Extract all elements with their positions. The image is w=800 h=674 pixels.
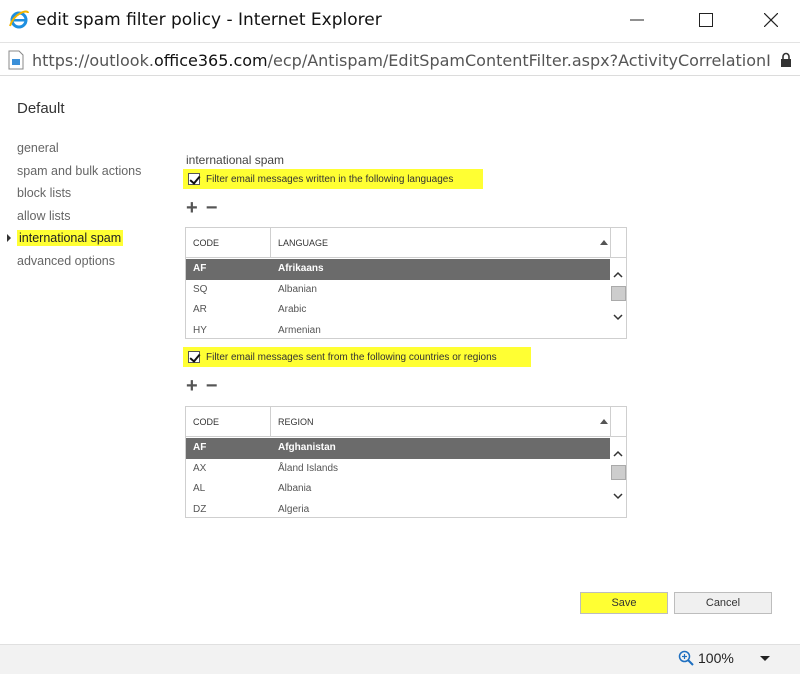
internet-explorer-icon <box>9 10 29 29</box>
add-region-icon[interactable]: + <box>186 375 198 397</box>
regions-add-remove: + − <box>186 375 225 398</box>
maximize-icon <box>699 13 713 27</box>
table-row[interactable]: AF Afrikaans <box>186 259 610 280</box>
languages-add-remove: + − <box>186 197 225 220</box>
remove-region-icon[interactable]: − <box>206 375 218 397</box>
minimize-icon <box>630 19 644 21</box>
add-language-icon[interactable]: + <box>186 197 198 219</box>
minimize-button[interactable] <box>614 0 660 40</box>
filter-languages-label: Filter email messages written in the fol… <box>206 173 454 185</box>
page-icon <box>8 50 24 70</box>
nav-item-international-spam[interactable]: international spam <box>7 230 141 253</box>
regions-table-header: CODE REGION <box>186 407 626 437</box>
zoom-control[interactable]: 100% <box>678 650 734 666</box>
remove-language-icon[interactable]: − <box>206 197 218 219</box>
window-title: edit spam filter policy - Internet Explo… <box>36 10 382 30</box>
url-text[interactable]: https://outlook.office365.com/ecp/Antisp… <box>32 51 772 70</box>
languages-table-header: CODE LANGUAGE <box>186 228 626 258</box>
save-button[interactable]: Save <box>580 592 668 614</box>
filter-regions-label: Filter email messages sent from the foll… <box>206 351 497 363</box>
table-row[interactable]: HY Armenian <box>186 321 610 339</box>
zoom-dropdown-icon[interactable] <box>760 656 770 661</box>
table-row[interactable]: DZ Algeria <box>186 500 610 518</box>
column-header-language[interactable]: LANGUAGE <box>278 238 328 248</box>
table-row[interactable]: AF Afghanistan <box>186 438 610 459</box>
table-row[interactable]: AL Albania <box>186 479 610 500</box>
nav-item-block-lists[interactable]: block lists <box>17 185 141 208</box>
scroll-up-icon[interactable] <box>613 270 623 280</box>
scroll-down-icon[interactable] <box>613 312 623 322</box>
scroll-thumb[interactable] <box>611 465 626 480</box>
close-button[interactable] <box>748 0 794 40</box>
nav-item-advanced-options[interactable]: advanced options <box>17 253 141 276</box>
nav-item-spam-and-bulk-actions[interactable]: spam and bulk actions <box>17 163 141 186</box>
section-title: international spam <box>186 153 285 167</box>
cancel-button[interactable]: Cancel <box>674 592 772 614</box>
table-row[interactable]: AX Åland Islands <box>186 459 610 480</box>
lock-icon[interactable] <box>780 52 792 68</box>
sort-ascending-icon[interactable] <box>600 240 608 245</box>
policy-name-heading: Default <box>17 100 65 117</box>
scroll-down-icon[interactable] <box>613 491 623 501</box>
filter-languages-row: Filter email messages written in the fol… <box>183 169 483 189</box>
address-bar[interactable]: https://outlook.office365.com/ecp/Antisp… <box>0 42 800 76</box>
status-bar: 100% <box>0 644 800 674</box>
table-row[interactable]: AR Arabic <box>186 300 610 321</box>
window-titlebar: edit spam filter policy - Internet Explo… <box>0 0 800 40</box>
zoom-icon <box>678 650 694 666</box>
sort-ascending-icon[interactable] <box>600 419 608 424</box>
column-header-region[interactable]: REGION <box>278 417 314 427</box>
maximize-button[interactable] <box>683 0 729 40</box>
column-header-code[interactable]: CODE <box>193 238 219 248</box>
filter-languages-checkbox[interactable] <box>188 173 200 185</box>
languages-table: CODE LANGUAGE AF Afrikaans SQ Albanian AR A… <box>185 227 627 339</box>
nav-item-allow-lists[interactable]: allow lists <box>17 208 141 231</box>
table-row[interactable]: SQ Albanian <box>186 280 610 301</box>
policy-nav: general spam and bulk actions block list… <box>7 140 141 276</box>
column-header-code[interactable]: CODE <box>193 417 219 427</box>
zoom-level: 100% <box>698 650 734 666</box>
scroll-up-icon[interactable] <box>613 449 623 459</box>
regions-table: CODE REGION AF Afghanistan AX Åland Island… <box>185 406 627 518</box>
nav-item-general[interactable]: general <box>17 140 141 163</box>
filter-regions-row: Filter email messages sent from the foll… <box>183 347 531 367</box>
filter-regions-checkbox[interactable] <box>188 351 200 363</box>
close-icon <box>764 13 778 27</box>
selected-arrow-icon <box>7 234 11 242</box>
scroll-thumb[interactable] <box>611 286 626 301</box>
